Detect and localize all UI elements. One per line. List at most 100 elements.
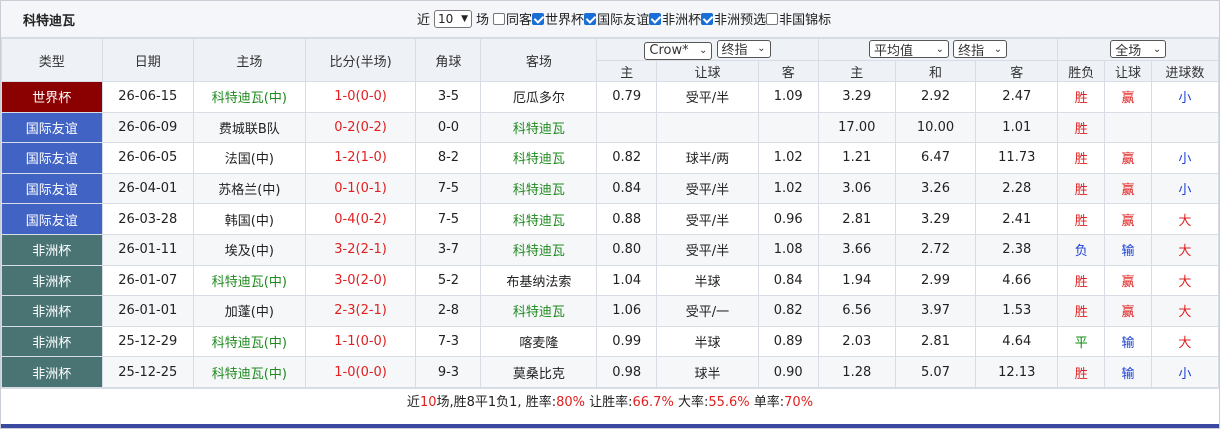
avg-odds-header: 平均值 ⌄ 终指 ⌄ bbox=[817, 38, 1059, 61]
home-team: 科特迪瓦(中) bbox=[192, 356, 306, 388]
avg-home-odds: 1.21 bbox=[817, 142, 896, 174]
away-odds: 1.02 bbox=[757, 172, 819, 205]
away-odds: 0.82 bbox=[757, 295, 819, 327]
full-time-score: 1-0 bbox=[334, 89, 356, 105]
chevron-down-icon: ⌄ bbox=[698, 45, 708, 56]
handicap-result: 赢 bbox=[1104, 142, 1152, 174]
avg-home-odds: 1.94 bbox=[817, 264, 896, 297]
avg-home-odds: 2.03 bbox=[817, 325, 896, 358]
half-time-score: (1-0) bbox=[355, 150, 387, 166]
avg-draw-odds: 2.92 bbox=[894, 81, 977, 113]
full-time-score: 0-1 bbox=[334, 181, 356, 197]
filter-checkbox[interactable] bbox=[701, 12, 714, 25]
avg-away-odds: 12.13 bbox=[975, 356, 1059, 388]
filter-label: 国际友谊 bbox=[597, 13, 650, 28]
corner-score: 7-5 bbox=[415, 172, 482, 205]
away-team: 喀麦隆 bbox=[480, 325, 598, 358]
match-result: 胜 bbox=[1057, 81, 1106, 113]
table-row: 国际友谊 26-06-09 费城联B队 0-2(0-2) 0-0 科特迪瓦 17.00 10.… bbox=[1, 111, 1220, 144]
filter-checkbox[interactable] bbox=[766, 12, 779, 25]
filter-item[interactable]: 国际友谊 bbox=[584, 9, 649, 28]
away-odds: 1.02 bbox=[757, 142, 819, 174]
odds-type-select[interactable]: 终指 ⌄ bbox=[716, 39, 771, 58]
filter-item[interactable]: 非洲杯 bbox=[649, 9, 701, 28]
filter-checkbox[interactable] bbox=[532, 12, 545, 25]
match-result: 负 bbox=[1057, 233, 1106, 266]
avg-odds-type-select[interactable]: 终指 ⌄ bbox=[953, 40, 1008, 59]
match-count-select[interactable]: 10 ▼ bbox=[434, 9, 473, 28]
avg-draw-odds: 2.72 bbox=[894, 233, 977, 266]
near-label: 近 bbox=[417, 13, 431, 28]
match-date: 25-12-29 bbox=[101, 325, 194, 358]
table-row: 国际友谊 26-06-05 法国(中) 1-2(1-0) 8-2 科特迪瓦 0.82 球半/两… bbox=[1, 142, 1220, 174]
filter-item[interactable]: 非洲预选 bbox=[701, 9, 766, 28]
filter-bar: 近 10 ▼ 场 同客 世界杯 国际友谊 非洲杯 非洲预选 非国锦标 bbox=[417, 9, 831, 28]
avg-select-value: 平均值 bbox=[873, 43, 913, 59]
match-result: 胜 bbox=[1057, 142, 1106, 174]
score-cell: 0-4(0-2) bbox=[304, 203, 417, 235]
table-row: 国际友谊 26-04-01 苏格兰(中) 0-1(0-1) 7-5 科特迪瓦 0.84 受平/… bbox=[1, 172, 1220, 205]
match-date: 26-01-11 bbox=[101, 233, 194, 266]
score-cell: 0-2(0-2) bbox=[304, 111, 417, 144]
score-cell: 1-0(0-0) bbox=[304, 356, 417, 388]
avg-home-odds: 1.28 bbox=[817, 356, 896, 388]
handicap: 半球 bbox=[656, 325, 759, 358]
away-odds: 0.89 bbox=[757, 325, 819, 358]
match-result: 胜 bbox=[1057, 203, 1106, 235]
col-score: 比分(半场) bbox=[304, 38, 417, 82]
filter-item[interactable]: 世界杯 bbox=[532, 9, 584, 28]
league-badge: 非洲杯 bbox=[1, 233, 103, 266]
filter-checkbox[interactable] bbox=[649, 12, 662, 25]
goals-result: 大 bbox=[1150, 264, 1220, 297]
away-team: 科特迪瓦 bbox=[480, 172, 598, 205]
home-team: 埃及(中) bbox=[192, 233, 306, 266]
h2h-panel: 科特迪瓦 近 10 ▼ 场 同客 世界杯 国际友谊 非洲杯 非洲预选 非国锦标 类型 日期… bbox=[0, 0, 1220, 429]
handicap-result: 赢 bbox=[1104, 172, 1152, 205]
league-badge: 非洲杯 bbox=[1, 325, 103, 358]
summary-prefix: 近 bbox=[406, 394, 420, 410]
league-badge: 国际友谊 bbox=[1, 111, 103, 144]
handicap: 受平/半 bbox=[656, 203, 759, 235]
away-odds bbox=[757, 111, 819, 144]
home-odds: 0.79 bbox=[596, 81, 658, 113]
filter-item[interactable]: 非国锦标 bbox=[766, 9, 831, 28]
handicap-result: 赢 bbox=[1104, 203, 1152, 235]
avg-away-odds: 1.53 bbox=[975, 295, 1059, 327]
away-team: 布基纳法索 bbox=[480, 264, 598, 297]
match-date: 26-01-01 bbox=[101, 295, 194, 327]
chevron-down-icon: ⌄ bbox=[993, 43, 1003, 55]
home-team: 苏格兰(中) bbox=[192, 172, 306, 205]
odds-company-header: Crow* ⌄ 终指 ⌄ bbox=[596, 38, 819, 61]
sub-col-away-odds: 客 bbox=[757, 60, 819, 82]
goals-result: 大 bbox=[1150, 295, 1220, 327]
home-odds bbox=[596, 111, 658, 144]
filter-checkbox[interactable] bbox=[493, 12, 506, 25]
match-date: 26-06-09 bbox=[101, 111, 194, 144]
away-odds: 1.08 bbox=[757, 233, 819, 266]
match-result: 胜 bbox=[1057, 295, 1106, 327]
goals-result bbox=[1150, 111, 1220, 144]
away-team: 科特迪瓦 bbox=[480, 295, 598, 327]
range-select[interactable]: 全场 ⌄ bbox=[1110, 40, 1167, 59]
summary-line: 近10场,胜8平1负1, 胜率:80% 让胜率:66.7% 大率:55.6% 单… bbox=[1, 387, 1219, 417]
filter-label: 同客 bbox=[506, 13, 533, 28]
avg-draw-odds: 3.26 bbox=[894, 172, 977, 205]
odds-type-select-value: 终指 bbox=[721, 43, 748, 58]
home-odds: 0.80 bbox=[596, 233, 658, 266]
col-corner: 角球 bbox=[415, 38, 482, 82]
home-team: 科特迪瓦(中) bbox=[192, 81, 306, 113]
company-select-value: Crow* bbox=[649, 43, 689, 58]
chevron-down-icon: ⌄ bbox=[935, 43, 944, 55]
company-select[interactable]: Crow* ⌄ bbox=[644, 41, 713, 60]
team-title: 科特迪瓦 bbox=[23, 14, 76, 29]
avg-select[interactable]: 平均值 ⌄ bbox=[868, 40, 949, 59]
filter-label: 世界杯 bbox=[545, 13, 585, 28]
away-team: 厄瓜多尔 bbox=[480, 81, 598, 113]
avg-home-odds: 17.00 bbox=[817, 111, 896, 144]
home-team: 科特迪瓦(中) bbox=[192, 325, 306, 358]
filter-checkbox[interactable] bbox=[584, 12, 597, 25]
result-header: 全场 ⌄ bbox=[1057, 38, 1219, 61]
goals-result: 小 bbox=[1150, 172, 1220, 205]
match-result: 胜 bbox=[1057, 356, 1106, 388]
filter-item[interactable]: 同客 bbox=[493, 9, 532, 28]
